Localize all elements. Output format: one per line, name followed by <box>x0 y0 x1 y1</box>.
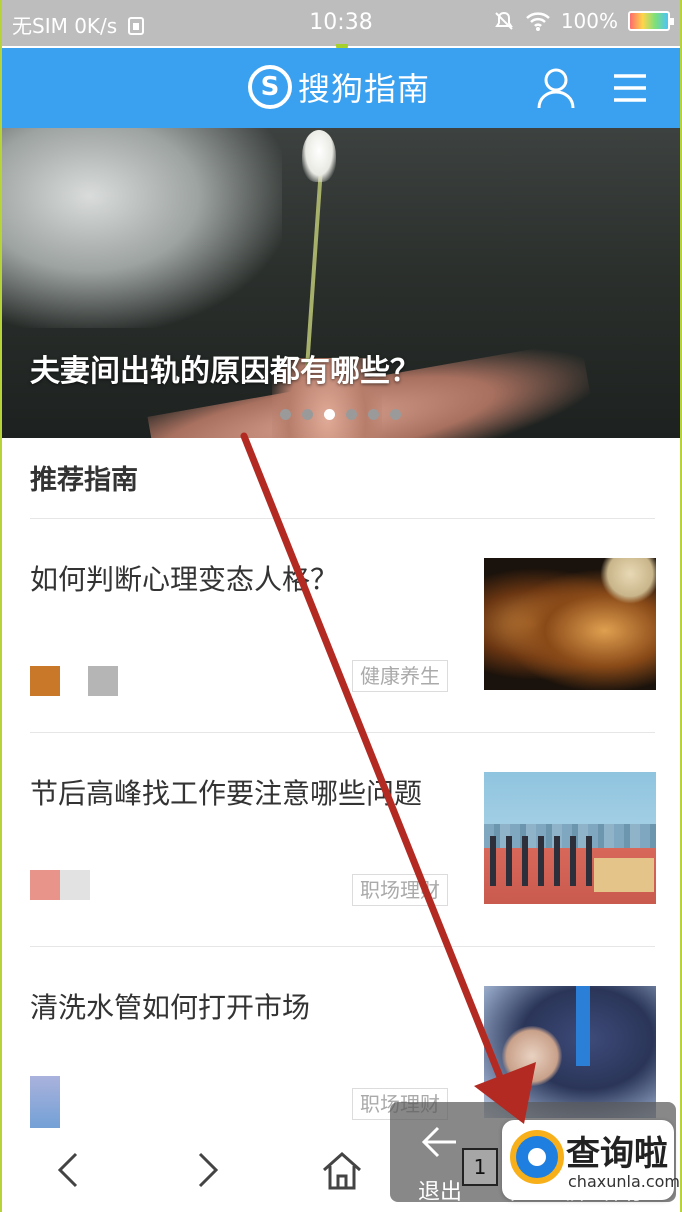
carousel-dot[interactable] <box>302 409 313 420</box>
watermark-logo: 查询啦 chaxunla.com <box>502 1120 680 1200</box>
section-title: 推荐指南 <box>30 465 138 496</box>
thumbnail-detail <box>594 858 654 892</box>
item-title[interactable]: 如何判断心理变态人格？ <box>30 558 470 602</box>
app-header: S 搜狗指南 <box>2 48 680 128</box>
home-icon[interactable] <box>318 1146 366 1194</box>
status-icons: 100% <box>493 9 674 33</box>
exit-button[interactable]: 退出 <box>418 1174 462 1206</box>
logo-text: 搜狗指南 <box>298 70 431 108</box>
app-screen: 无SIM 0K/s 10:38 100% S 搜狗指南 夫妻间出轨的原因都有哪些… <box>2 0 680 1212</box>
back-arrow-icon[interactable] <box>420 1122 460 1162</box>
carousel-dot[interactable] <box>346 409 357 420</box>
author-avatar <box>30 870 60 900</box>
carousel-dot[interactable] <box>390 409 401 420</box>
author-avatar <box>60 870 90 900</box>
banner-carousel[interactable]: 夫妻间出轨的原因都有哪些？ <box>2 128 680 438</box>
banner-image-stem <box>305 168 323 368</box>
watermark-text: 查询啦 <box>566 1134 668 1174</box>
thumbnail-detail <box>576 986 590 1066</box>
item-thumbnail[interactable] <box>484 986 656 1118</box>
sogou-logo-mark: S <box>248 65 292 109</box>
user-icon[interactable] <box>536 66 576 110</box>
chevron-right-icon[interactable] <box>182 1146 230 1194</box>
author-avatar <box>88 666 118 696</box>
carousel-dot[interactable] <box>368 409 379 420</box>
thumbnail-detail <box>502 1026 562 1086</box>
battery-icon <box>628 11 674 31</box>
author-avatar <box>30 666 60 696</box>
status-bar: 无SIM 0K/s 10:38 100% <box>2 0 680 46</box>
item-title[interactable]: 节后高峰找工作要注意哪些问题 <box>30 772 470 816</box>
category-tag[interactable]: 职场理财 <box>352 874 448 906</box>
divider <box>30 732 655 733</box>
carousel-dots <box>280 409 401 420</box>
banner-title[interactable]: 夫妻间出轨的原因都有哪些？ <box>30 346 420 390</box>
item-title[interactable]: 清洗水管如何打开市场 <box>30 986 470 1030</box>
mute-bell-icon <box>494 11 513 30</box>
item-thumbnail[interactable] <box>484 558 656 690</box>
banner-image-flower <box>302 130 336 182</box>
carousel-dot-active[interactable] <box>324 409 335 420</box>
divider <box>30 946 655 947</box>
sogou-logo[interactable]: S 搜狗指南 <box>248 64 430 110</box>
carousel-dot[interactable] <box>280 409 291 420</box>
wifi-icon <box>525 12 550 31</box>
banner-image <box>2 128 282 328</box>
divider <box>30 518 655 519</box>
thumbnail-detail <box>490 836 600 886</box>
menu-icon[interactable] <box>610 70 650 106</box>
author-avatar <box>30 1076 60 1132</box>
chevron-left-icon[interactable] <box>46 1146 94 1194</box>
watermark-url: chaxunla.com <box>568 1172 680 1191</box>
item-thumbnail[interactable] <box>484 772 656 904</box>
category-tag[interactable]: 健康养生 <box>352 660 448 692</box>
battery-percent: 100% <box>560 9 618 33</box>
page-number[interactable]: 1 <box>462 1148 498 1186</box>
watermark-search-icon <box>510 1130 564 1184</box>
